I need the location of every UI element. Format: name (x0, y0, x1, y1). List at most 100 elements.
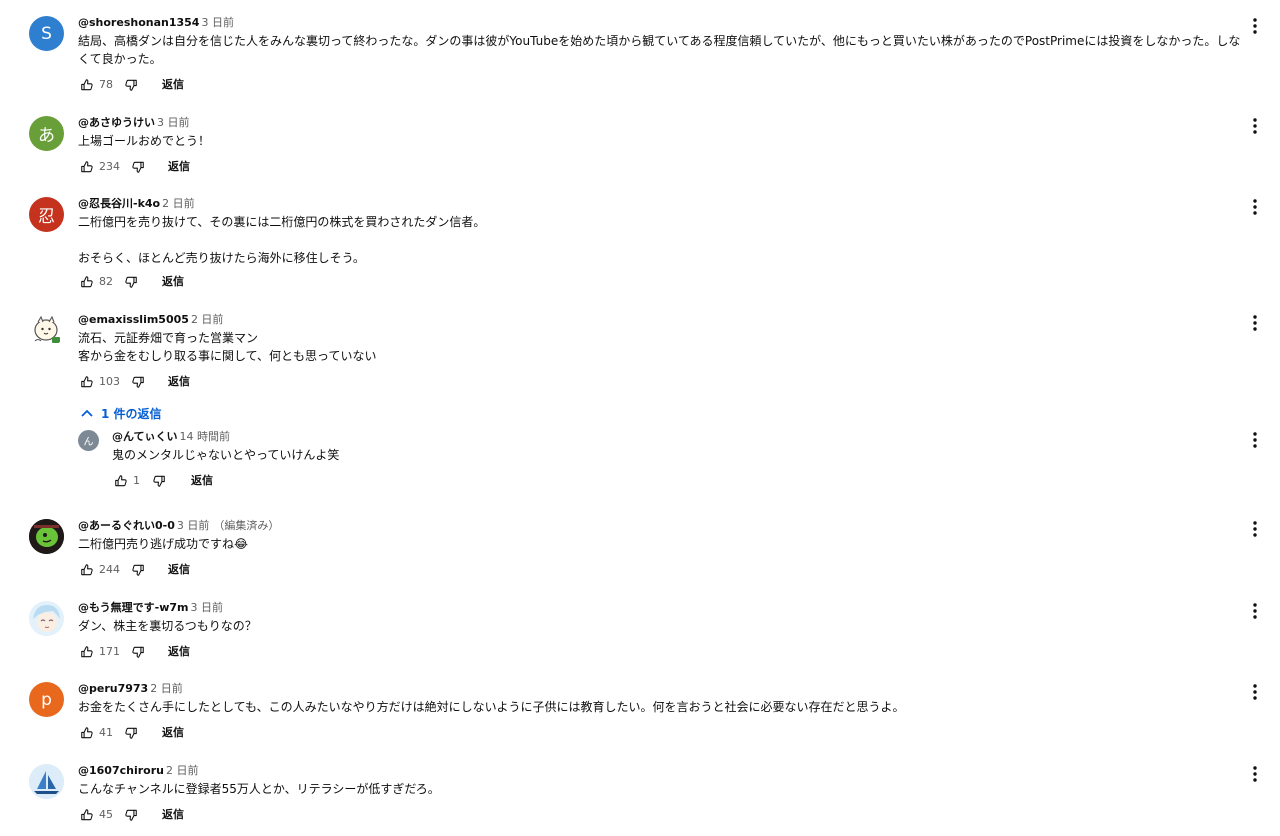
like-button[interactable] (112, 471, 130, 491)
reply-button[interactable]: 返信 (162, 78, 184, 92)
like-button[interactable] (78, 560, 96, 580)
avatar[interactable]: ん (78, 430, 99, 451)
dislike-button[interactable] (129, 642, 147, 662)
comment-text: ダン、株主を裏切るつもりなの？ (78, 619, 257, 633)
replies-toggle-label: 1 件の返信 (101, 406, 162, 421)
more-actions-button[interactable] (1245, 519, 1265, 539)
comment-time[interactable]: 2 日前 (166, 764, 199, 777)
avatar[interactable]: S (29, 16, 64, 51)
like-button[interactable] (78, 75, 96, 95)
comment-time[interactable]: 3 日前 (191, 601, 224, 614)
comment-text: 二桁億円を売り抜けて、その裏には二桁億円の株式を買わされたダン信者。 おそらく、… (78, 215, 486, 265)
like-button[interactable] (78, 805, 96, 825)
avatar[interactable] (29, 764, 64, 799)
comment-time[interactable]: 3 日前 (201, 16, 234, 29)
more-actions-button[interactable] (1245, 116, 1265, 136)
like-count: 82 (99, 275, 113, 288)
comment-time[interactable]: 2 日前 (191, 313, 224, 326)
more-actions-button[interactable] (1245, 197, 1265, 217)
reply-button[interactable]: 返信 (168, 375, 190, 389)
thumb-up-icon (81, 161, 93, 173)
like-button[interactable] (78, 272, 96, 292)
thumb-down-icon (125, 727, 137, 739)
dislike-button[interactable] (122, 805, 140, 825)
more-vert-icon (1253, 684, 1257, 700)
green-blob-icon (29, 519, 64, 554)
thumb-up-icon (81, 646, 93, 658)
comment-author[interactable]: @あさゆうけい (78, 116, 155, 129)
like-button[interactable] (78, 372, 96, 392)
reply-button[interactable]: 返信 (191, 474, 213, 488)
thumb-down-icon (132, 564, 144, 576)
comment-author[interactable]: @あーるぐれい0-0 (78, 519, 175, 532)
more-vert-icon (1253, 315, 1257, 331)
replies-toggle-button[interactable]: 1 件の返信 (78, 403, 278, 423)
like-button[interactable] (78, 723, 96, 743)
avatar[interactable] (29, 313, 64, 348)
reply-button[interactable]: 返信 (168, 563, 190, 577)
reply-button[interactable]: 返信 (168, 645, 190, 659)
comment-time[interactable]: 3 日前 (157, 116, 190, 129)
comment-author[interactable]: @もう無理です-w7m (78, 601, 189, 614)
dislike-button[interactable] (129, 372, 147, 392)
more-actions-button[interactable] (1245, 764, 1265, 784)
comment-text: 鬼のメンタルじゃないとやっていけんよ笑 (112, 448, 340, 462)
comment-author[interactable]: @んてぃくい (112, 430, 177, 443)
dislike-button[interactable] (129, 157, 147, 177)
dislike-button[interactable] (150, 471, 168, 491)
thumb-up-icon (81, 276, 93, 288)
reply-button[interactable]: 返信 (162, 808, 184, 822)
comment-text: 流石、元証券畑で育った営業マン 客から金をむしり取る事に関して、何とも思っていな… (78, 331, 377, 363)
comment-author[interactable]: @shoreshonan1354 (78, 16, 199, 29)
anime-face-icon (29, 601, 64, 636)
thumb-up-icon (115, 475, 127, 487)
avatar-letter: S (41, 23, 52, 44)
thumb-down-icon (132, 376, 144, 388)
comment-text: 結局、高橋ダンは自分を信じた人をみんな裏切って終わったな。ダンの事は彼がYouT… (78, 34, 1241, 66)
more-vert-icon (1253, 18, 1257, 34)
thumb-up-icon (81, 564, 93, 576)
comment-author[interactable]: @忍長谷川-k4o (78, 197, 160, 210)
more-actions-button[interactable] (1245, 16, 1265, 36)
comment-text: お金をたくさん手にしたとしても、この人みたいなやり方だけは絶対にしないように子供… (78, 700, 905, 714)
comment-time[interactable]: 2 日前 (150, 682, 183, 695)
dislike-button[interactable] (122, 723, 140, 743)
avatar-letter: ん (83, 437, 94, 448)
like-count: 78 (99, 78, 113, 91)
like-count: 171 (99, 645, 120, 658)
comment-author[interactable]: @peru7973 (78, 682, 148, 695)
comment-time[interactable]: 3 日前 (177, 519, 210, 532)
dislike-button[interactable] (122, 75, 140, 95)
comment-time[interactable]: 14 時間前 (179, 430, 230, 443)
comment-author[interactable]: @1607chiroru (78, 764, 164, 777)
like-button[interactable] (78, 642, 96, 662)
avatar[interactable] (29, 601, 64, 636)
comments-list: S @shoreshonan1354 3 日前 結局、高橋ダンは自分を信じた人をみ… (0, 0, 1280, 836)
comment-text: こんなチャンネルに登録者55万人とか、リテラシーが低すぎだろ。 (78, 782, 440, 796)
more-vert-icon (1253, 603, 1257, 619)
thumb-up-icon (81, 376, 93, 388)
like-count: 45 (99, 808, 113, 821)
comment-author[interactable]: @emaxisslim5005 (78, 313, 189, 326)
edited-label: （編集済み） (213, 519, 280, 532)
reply-button[interactable]: 返信 (162, 726, 184, 740)
more-vert-icon (1253, 199, 1257, 215)
more-vert-icon (1253, 118, 1257, 134)
thumb-down-icon (125, 79, 137, 91)
sailboat-icon (29, 764, 64, 799)
avatar[interactable]: あ (29, 116, 64, 151)
more-actions-button[interactable] (1245, 601, 1265, 621)
avatar[interactable] (29, 519, 64, 554)
dislike-button[interactable] (129, 560, 147, 580)
more-actions-button[interactable] (1245, 682, 1265, 702)
like-button[interactable] (78, 157, 96, 177)
dislike-button[interactable] (122, 272, 140, 292)
comment-time[interactable]: 2 日前 (162, 197, 195, 210)
avatar[interactable]: 忍 (29, 197, 64, 232)
more-actions-button[interactable] (1245, 313, 1265, 333)
avatar[interactable]: p (29, 682, 64, 717)
thumb-down-icon (153, 475, 165, 487)
more-actions-button[interactable] (1245, 430, 1265, 450)
reply-button[interactable]: 返信 (168, 160, 190, 174)
reply-button[interactable]: 返信 (162, 275, 184, 289)
